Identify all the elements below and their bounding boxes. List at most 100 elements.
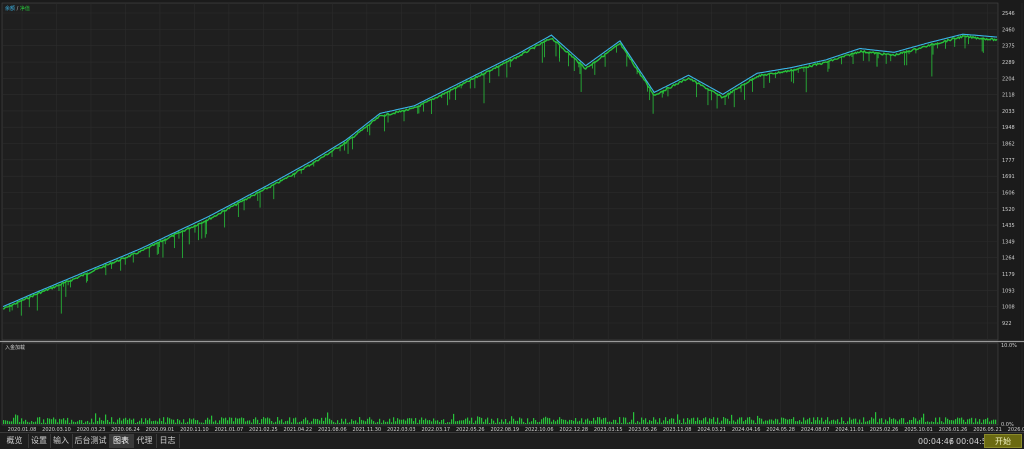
load-bar xyxy=(683,418,685,424)
load-bar xyxy=(67,417,69,424)
load-bar xyxy=(41,422,43,424)
load-bar xyxy=(545,416,547,424)
load-bar xyxy=(993,419,995,424)
load-bar xyxy=(489,422,491,424)
load-bar xyxy=(669,419,671,424)
load-bar xyxy=(865,421,867,424)
load-bar xyxy=(477,416,479,424)
load-bar xyxy=(231,417,233,424)
load-bar xyxy=(117,419,119,424)
load-bar xyxy=(295,417,297,424)
load-bar xyxy=(245,421,247,424)
load-bar xyxy=(277,417,279,424)
load-bar xyxy=(539,421,541,424)
load-bar xyxy=(729,421,731,424)
load-bar xyxy=(167,417,169,424)
load-bar xyxy=(569,419,571,424)
load-bar xyxy=(221,417,223,424)
load-bar xyxy=(297,422,299,424)
load-bar xyxy=(779,422,781,424)
tab-backtest[interactable]: 后台测试 xyxy=(72,434,110,448)
load-bar xyxy=(883,422,885,424)
load-bar xyxy=(917,421,919,424)
load-bar xyxy=(973,422,975,424)
load-bar xyxy=(121,420,123,424)
load-bar xyxy=(217,422,219,424)
load-bar xyxy=(701,420,703,424)
load-bar xyxy=(843,420,845,424)
load-bar xyxy=(577,421,579,424)
tab-journal[interactable]: 日志 xyxy=(156,434,180,448)
tab-inputs[interactable]: 输入 xyxy=(50,434,73,448)
load-bar xyxy=(365,421,367,424)
load-bar xyxy=(957,417,959,424)
load-bar xyxy=(355,420,357,424)
load-bar xyxy=(611,422,613,424)
load-bar xyxy=(629,422,631,424)
load-bar xyxy=(279,420,281,424)
load-bar xyxy=(699,420,701,424)
tab-agents[interactable]: 代理 xyxy=(133,434,157,448)
load-bar xyxy=(205,419,207,424)
load-bar xyxy=(495,422,497,424)
load-bar xyxy=(521,418,523,424)
y-tick-label: 1520 xyxy=(1002,207,1015,213)
load-bar xyxy=(29,422,31,424)
load-bar xyxy=(667,420,669,424)
y-tick-label: 1862 xyxy=(1002,142,1015,148)
load-bar xyxy=(211,415,213,424)
load-bar xyxy=(151,421,153,424)
load-bar xyxy=(9,421,11,424)
load-bar xyxy=(371,419,373,424)
load-bar xyxy=(901,417,903,424)
load-bar xyxy=(425,418,427,424)
load-bar xyxy=(271,420,273,424)
tab-overview[interactable]: 概览 xyxy=(1,434,29,448)
load-bar xyxy=(769,419,771,424)
load-bar xyxy=(197,420,199,424)
load-bar xyxy=(745,419,747,424)
y-tick-label: 1948 xyxy=(1002,125,1015,131)
load-bar xyxy=(457,421,459,424)
load-bar xyxy=(971,417,973,424)
load-bar xyxy=(285,421,287,424)
load-bar xyxy=(165,422,167,424)
load-bar xyxy=(25,419,27,424)
load-bar xyxy=(333,421,335,424)
load-bar xyxy=(375,422,377,424)
load-bar xyxy=(27,421,29,424)
load-bar xyxy=(391,422,393,424)
load-bar xyxy=(453,413,455,424)
load-bar xyxy=(493,420,495,424)
load-bar xyxy=(635,422,637,424)
load-bar xyxy=(449,422,451,424)
load-bar xyxy=(439,422,441,424)
tab-settings[interactable]: 设置 xyxy=(28,434,51,448)
load-bar xyxy=(393,417,395,424)
strategy-tester-window: 2546 2460 2375 2289 2204 2118 2033 1948 1862 1777… xyxy=(0,0,1024,449)
load-bar xyxy=(583,422,585,424)
load-bar xyxy=(401,419,403,424)
load-bar xyxy=(181,422,183,424)
load-bar xyxy=(255,417,257,424)
load-bar xyxy=(103,420,105,424)
load-bar xyxy=(89,422,91,424)
load-bar xyxy=(131,419,133,424)
load-bar xyxy=(111,417,113,424)
load-bar xyxy=(805,420,807,424)
load-bar xyxy=(497,418,499,424)
load-bar xyxy=(159,418,161,424)
load-bar xyxy=(501,419,503,424)
load-bar xyxy=(459,420,461,424)
load-bar xyxy=(219,420,221,424)
load-bar xyxy=(549,418,551,424)
load-bar xyxy=(909,419,911,424)
start-button[interactable]: 开始 xyxy=(984,434,1022,448)
load-bar xyxy=(681,422,683,424)
tab-chart[interactable]: 图表 xyxy=(109,434,134,448)
y-tick-label: 1008 xyxy=(1002,305,1015,311)
load-bar xyxy=(75,422,77,424)
bottom-tab-bar: 概览 设置 输入 后台测试 图表 代理 日志 00:04:46 / 00:04:… xyxy=(0,432,1024,449)
load-bar xyxy=(877,422,879,424)
load-bar xyxy=(899,419,901,424)
